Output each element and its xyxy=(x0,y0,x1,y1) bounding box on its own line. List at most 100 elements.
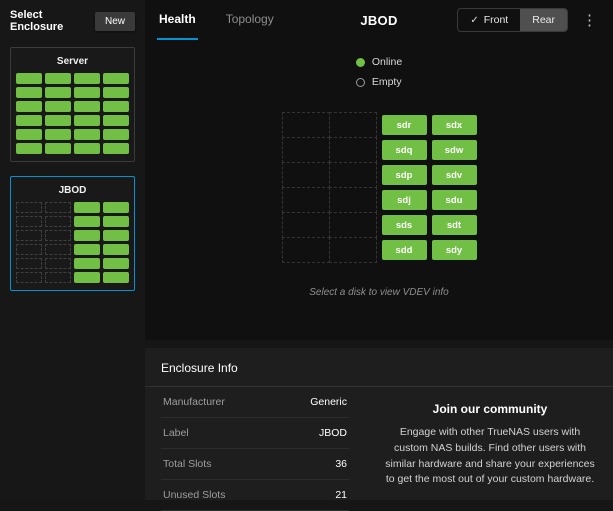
enclosure-card-title: JBOD xyxy=(16,182,129,202)
tab-topology[interactable]: Topology xyxy=(224,0,276,40)
info-value: Generic xyxy=(310,396,347,408)
disk-button[interactable]: sdt xyxy=(432,215,477,235)
disk-button[interactable]: sdd xyxy=(382,240,427,260)
online-status-dot xyxy=(356,58,365,67)
disk-button[interactable]: sdu xyxy=(432,190,477,210)
mini-slot-occupied xyxy=(45,87,71,98)
disk-row: sdrsdx xyxy=(282,112,477,138)
disk-button[interactable]: sdr xyxy=(382,115,427,135)
info-value: 21 xyxy=(335,489,347,501)
mini-slot-occupied xyxy=(16,143,42,154)
mini-slot-occupied xyxy=(16,87,42,98)
mini-slot-empty xyxy=(16,272,42,283)
rear-view-button[interactable]: Rear xyxy=(520,9,567,31)
disk-button[interactable]: sdj xyxy=(382,190,427,210)
empty-status-dot xyxy=(356,78,365,87)
server-slot-grid xyxy=(16,73,129,154)
sidebar-header: Select Enclosure New xyxy=(10,9,135,33)
mini-slot-occupied xyxy=(74,216,100,227)
mini-slot-empty xyxy=(16,244,42,255)
enclosure-info-list: ManufacturerGenericLabelJBODTotal Slots3… xyxy=(161,387,349,511)
empty-slot xyxy=(329,187,377,213)
disk-row: sdjsdu xyxy=(282,187,477,213)
front-view-button[interactable]: ✓ Front xyxy=(458,9,520,31)
disk-button[interactable]: sdq xyxy=(382,140,427,160)
disk-button[interactable]: sdv xyxy=(432,165,477,185)
disk-button[interactable]: sdy xyxy=(432,240,477,260)
mini-slot-occupied xyxy=(45,115,71,126)
mini-slot-occupied xyxy=(103,202,129,213)
mini-slot-empty xyxy=(45,258,71,269)
info-label: Label xyxy=(163,427,189,439)
mini-slot-occupied xyxy=(103,115,129,126)
main-content: Health Topology JBOD ✓ Front Rear ⋮ xyxy=(145,0,613,500)
mini-slot-occupied xyxy=(74,202,100,213)
health-panel: Health Topology JBOD ✓ Front Rear ⋮ xyxy=(145,0,613,340)
enclosure-card-server[interactable]: Server xyxy=(10,47,135,162)
mini-slot-occupied xyxy=(16,73,42,84)
mini-slot-occupied xyxy=(103,87,129,98)
enclosure-card-title: Server xyxy=(16,53,129,73)
mini-slot-occupied xyxy=(74,129,100,140)
check-icon: ✓ xyxy=(470,15,478,26)
mini-slot-empty xyxy=(16,230,42,241)
enclosure-sidebar: Select Enclosure New Server JBOD xyxy=(0,0,145,500)
disk-button[interactable]: sds xyxy=(382,215,427,235)
kebab-menu-icon[interactable]: ⋮ xyxy=(578,9,601,31)
mini-slot-occupied xyxy=(103,129,129,140)
empty-slot xyxy=(329,137,377,163)
mini-slot-occupied xyxy=(74,87,100,98)
empty-slot xyxy=(282,237,330,263)
mini-slot-occupied xyxy=(74,244,100,255)
mini-slot-occupied xyxy=(74,73,100,84)
legend-online-label: Online xyxy=(372,56,402,68)
mini-slot-empty xyxy=(16,202,42,213)
mini-slot-occupied xyxy=(45,129,71,140)
info-value: 36 xyxy=(335,458,347,470)
empty-slot xyxy=(329,237,377,263)
empty-slot xyxy=(282,137,330,163)
sidebar-title: Select Enclosure xyxy=(10,9,95,33)
community-body: Engage with other TrueNAS users with cus… xyxy=(383,425,597,488)
mini-slot-occupied xyxy=(103,272,129,283)
front-view-label: Front xyxy=(484,14,509,26)
status-legend: Online Empty xyxy=(356,56,402,88)
info-row: Label JBOD xyxy=(161,418,349,449)
info-value: JBOD xyxy=(319,427,347,439)
tab-health[interactable]: Health xyxy=(157,0,198,40)
new-enclosure-button[interactable]: New xyxy=(95,12,135,31)
mini-slot-empty xyxy=(45,216,71,227)
mini-slot-occupied xyxy=(103,230,129,241)
front-rear-toggle: ✓ Front Rear xyxy=(457,8,568,32)
mini-slot-occupied xyxy=(45,73,71,84)
mini-slot-occupied xyxy=(74,143,100,154)
mini-slot-occupied xyxy=(74,101,100,112)
info-label: Unused Slots xyxy=(163,489,225,501)
legend-empty-label: Empty xyxy=(372,76,402,88)
mini-slot-empty xyxy=(45,230,71,241)
community-inner: Join our community Engage with other Tru… xyxy=(383,402,597,488)
mini-slot-occupied xyxy=(103,244,129,255)
empty-slot xyxy=(282,187,330,213)
enclosure-page: Select Enclosure New Server JBOD Health … xyxy=(0,0,613,500)
mini-slot-occupied xyxy=(45,143,71,154)
topbar: Health Topology JBOD ✓ Front Rear ⋮ xyxy=(145,0,613,40)
disk-button[interactable]: sdp xyxy=(382,165,427,185)
info-row: ManufacturerGeneric xyxy=(161,387,349,418)
mini-slot-occupied xyxy=(16,101,42,112)
mini-slot-occupied xyxy=(103,258,129,269)
enclosure-info-title: Enclosure Info xyxy=(145,348,613,386)
mini-slot-occupied xyxy=(103,216,129,227)
disk-button[interactable]: sdx xyxy=(432,115,477,135)
mini-slot-occupied xyxy=(45,101,71,112)
mini-slot-empty xyxy=(45,272,71,283)
legend-empty: Empty xyxy=(356,76,402,88)
mini-slot-occupied xyxy=(74,230,100,241)
mini-slot-occupied xyxy=(103,101,129,112)
disk-row: sdqsdw xyxy=(282,137,477,163)
enclosure-card-jbod[interactable]: JBOD xyxy=(10,176,135,291)
disk-button[interactable]: sdw xyxy=(432,140,477,160)
info-row: Unused Slots 21 xyxy=(161,480,349,511)
empty-slot xyxy=(282,212,330,238)
community-section: Join our community Engage with other Tru… xyxy=(383,387,597,511)
